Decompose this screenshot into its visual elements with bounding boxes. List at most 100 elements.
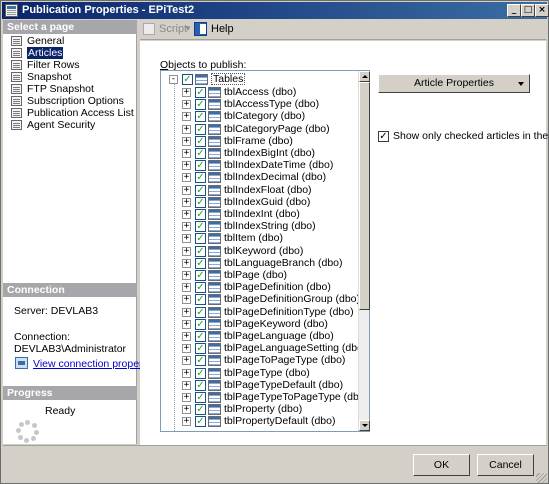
checkbox-icon[interactable]: ✓ [195, 294, 206, 306]
checkbox-icon[interactable]: ✓ [378, 131, 389, 142]
page-item[interactable]: FTP Snapshot [3, 83, 136, 95]
table-row[interactable]: + ✓ tblIndexGuid (dbo) [161, 196, 356, 208]
cancel-button[interactable]: Cancel [477, 454, 534, 476]
table-row[interactable]: + ✓ tblCategoryPage (dbo) [161, 123, 356, 135]
table-row[interactable]: + ✓ tblIndexBigInt (dbo) [161, 147, 356, 159]
checkbox-icon[interactable]: ✓ [195, 221, 206, 233]
checkbox-icon[interactable]: ✓ [195, 111, 206, 123]
expand-icon[interactable]: + [182, 393, 191, 402]
help-button[interactable]: Help [211, 22, 234, 36]
table-row[interactable]: + ✓ tblPageKeyword (dbo) [161, 318, 356, 330]
expand-icon[interactable]: + [182, 417, 191, 427]
checkbox-icon[interactable]: ✓ [195, 331, 206, 342]
checkbox-icon[interactable]: ✓ [195, 355, 206, 367]
expand-icon[interactable]: + [182, 368, 191, 378]
expand-icon[interactable]: + [182, 161, 191, 171]
page-item[interactable]: Subscription Options [3, 95, 136, 107]
scroll-down-icon[interactable] [359, 420, 370, 431]
scroll-up-icon[interactable] [359, 71, 370, 82]
table-row[interactable]: + ✓ tblPageDefinitionGroup (dbo) [161, 293, 360, 306]
table-row[interactable]: + ✓ tblPageTypeDefault (dbo) [161, 379, 356, 391]
collapse-icon[interactable]: - [169, 75, 178, 84]
checkbox-icon[interactable]: ✓ [195, 233, 206, 245]
tree-scrollbar[interactable] [358, 71, 370, 431]
checkbox-icon[interactable]: ✓ [195, 160, 206, 172]
table-row[interactable]: + ✓ tblPageLanguage (dbo) [161, 330, 356, 342]
script-dropdown-icon[interactable]: ▼ [184, 22, 192, 36]
expand-icon[interactable]: + [182, 405, 191, 415]
article-properties-button[interactable]: Article Properties [378, 74, 530, 93]
checkbox-icon[interactable]: ✓ [195, 245, 206, 257]
checkbox-icon[interactable]: ✓ [195, 184, 206, 196]
page-item[interactable]: Articles [3, 47, 136, 59]
expand-icon[interactable]: + [182, 283, 191, 293]
checkbox-icon[interactable]: ✓ [195, 209, 206, 220]
checkbox-icon[interactable]: ✓ [195, 343, 206, 355]
table-row[interactable]: + ✓ tblAccessType (dbo) [161, 98, 356, 111]
expand-icon[interactable]: + [182, 234, 191, 244]
checkbox-icon[interactable]: ✓ [195, 282, 206, 294]
checkbox-icon[interactable]: ✓ [195, 257, 206, 269]
table-row[interactable]: + ✓ tblIndexString (dbo) [161, 220, 356, 233]
expand-icon[interactable]: + [182, 307, 191, 317]
table-row[interactable]: + ✓ tblCategory (dbo) [161, 110, 356, 123]
page-item[interactable]: Publication Access List [3, 107, 136, 119]
table-row[interactable]: + ✓ tblIndexDateTime (dbo) [161, 159, 356, 172]
checkbox-icon[interactable]: ✓ [195, 318, 206, 330]
page-item[interactable]: General [3, 35, 136, 47]
expand-icon[interactable]: + [182, 332, 191, 341]
checkbox-icon[interactable]: ✓ [195, 172, 206, 184]
expand-icon[interactable]: + [182, 136, 191, 146]
checkbox-icon[interactable]: ✓ [195, 404, 206, 416]
checkbox-icon[interactable]: ✓ [195, 99, 206, 111]
expand-icon[interactable]: + [182, 258, 191, 268]
expand-icon[interactable]: + [182, 222, 191, 232]
checkbox-icon[interactable]: ✓ [182, 74, 193, 85]
expand-icon[interactable]: + [182, 295, 191, 305]
expand-icon[interactable]: + [182, 112, 191, 122]
checkbox-icon[interactable]: ✓ [195, 379, 206, 391]
table-row[interactable]: + ✓ tblProperty (dbo) [161, 403, 356, 416]
resize-grip-icon[interactable] [536, 473, 547, 483]
expand-icon[interactable]: + [182, 356, 191, 366]
expand-icon[interactable]: + [182, 344, 191, 354]
objects-tree[interactable]: - ✓ Tables + ✓ tblAccess (dbo) + ✓ tblAccessT… [160, 70, 370, 432]
expand-icon[interactable]: + [182, 319, 191, 329]
table-row[interactable]: + ✓ tblPageType (dbo) [161, 367, 356, 379]
expand-icon[interactable]: + [182, 271, 191, 280]
minimize-icon[interactable]: _ [507, 4, 521, 17]
checkbox-icon[interactable]: ✓ [195, 123, 206, 135]
page-item[interactable]: Filter Rows [3, 59, 136, 71]
table-row[interactable]: + ✓ tblPageDefinitionType (dbo) [161, 306, 356, 318]
table-row[interactable]: + ✓ tblPage (dbo) [161, 269, 356, 281]
maximize-icon[interactable]: □ [521, 4, 535, 17]
checkbox-icon[interactable]: ✓ [195, 367, 206, 379]
checkbox-icon[interactable]: ✓ [195, 148, 206, 159]
table-row[interactable]: + ✓ tblAccess (dbo) [161, 86, 356, 98]
table-row[interactable]: + ✓ tblPageDefinition (dbo) [161, 281, 356, 294]
checkbox-icon[interactable]: ✓ [195, 135, 206, 147]
expand-icon[interactable]: + [182, 197, 191, 207]
expand-icon[interactable]: + [182, 124, 191, 134]
expand-icon[interactable]: + [182, 380, 191, 390]
expand-icon[interactable]: + [182, 210, 191, 219]
table-row[interactable]: + ✓ tblIndexFloat (dbo) [161, 184, 356, 196]
expand-icon[interactable]: + [182, 173, 191, 183]
checkbox-icon[interactable]: ✓ [195, 392, 206, 403]
table-row[interactable]: + ✓ tblPageToPageType (dbo) [161, 354, 356, 367]
page-item[interactable]: Snapshot [3, 71, 136, 83]
table-row[interactable]: + ✓ tblLanguageBranch (dbo) [161, 257, 356, 269]
table-row[interactable]: + ✓ tblPageLanguageSetting (dbo) [161, 342, 366, 355]
expand-icon[interactable]: + [182, 100, 191, 110]
checkbox-icon[interactable]: ✓ [195, 196, 206, 208]
table-row[interactable]: + ✓ tblKeyword (dbo) [161, 245, 356, 257]
ok-button[interactable]: OK [413, 454, 470, 476]
table-row[interactable]: + ✓ tblFrame (dbo) [161, 135, 356, 147]
script-button[interactable]: Script [159, 22, 187, 36]
table-row[interactable]: + ✓ tblItem (dbo) [161, 232, 356, 245]
scroll-thumb[interactable] [359, 82, 370, 310]
expand-icon[interactable]: + [182, 149, 191, 158]
table-row[interactable]: + ✓ tblIndexInt (dbo) [161, 208, 356, 220]
expand-icon[interactable]: + [182, 185, 191, 195]
tree-root-tables[interactable]: - ✓ Tables [161, 73, 356, 85]
